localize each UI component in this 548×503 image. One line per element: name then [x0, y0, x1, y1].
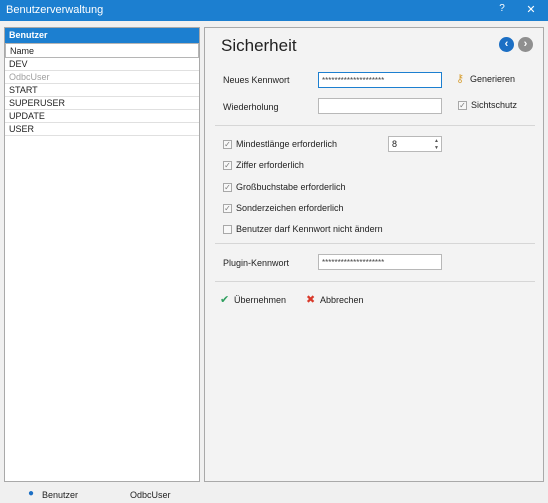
no-change-label: Benutzer darf Kennwort nicht ändern: [236, 224, 383, 234]
new-password-label: Neues Kennwort: [223, 75, 290, 85]
special-char-checkbox[interactable]: ✓: [223, 204, 232, 213]
min-length-label: Mindestlänge erforderlich: [236, 139, 338, 149]
repeat-password-field[interactable]: [318, 98, 442, 114]
divider: [215, 243, 535, 244]
status-bar: ● Benutzer OdbcUser: [0, 486, 548, 503]
title-bar: Benutzerverwaltung ? ✕: [0, 0, 548, 21]
no-change-checkbox[interactable]: [223, 225, 232, 234]
digit-checkbox[interactable]: ✓: [223, 161, 232, 170]
generate-button-label: Generieren: [470, 74, 516, 84]
privacy-checkbox-row[interactable]: ✓ Sichtschutz: [458, 100, 538, 113]
apply-button-label: Übernehmen: [234, 295, 287, 305]
user-list-item-update[interactable]: UPDATE: [5, 110, 199, 123]
user-list-item-odbcuser[interactable]: OdbcUser: [5, 71, 199, 84]
arrow-left-circle-icon[interactable]: ‹: [499, 37, 514, 52]
arrow-right-circle-icon[interactable]: ›: [518, 37, 533, 52]
cross-icon: ✖: [306, 294, 316, 306]
close-button[interactable]: ✕: [525, 3, 537, 16]
uppercase-checkbox[interactable]: ✓: [223, 183, 232, 192]
key-icon: ⚷: [456, 73, 465, 85]
divider: [215, 125, 535, 126]
stepper-up-icon[interactable]: ▲: [434, 138, 439, 144]
cancel-button[interactable]: ✖ Abbrechen: [306, 294, 372, 308]
page-title: Sicherheit: [221, 36, 297, 55]
digit-label: Ziffer erforderlich: [236, 160, 304, 170]
divider: [215, 281, 535, 282]
user-list-panel: Benutzer Name DEV OdbcUser START SUPERUS…: [4, 27, 200, 482]
help-button[interactable]: ?: [497, 3, 507, 14]
stepper-down-icon[interactable]: ▼: [434, 145, 439, 151]
status-user-label: Benutzer: [42, 490, 79, 500]
min-length-stepper[interactable]: 8 ▲ ▼: [388, 136, 442, 152]
privacy-checkbox[interactable]: ✓: [458, 101, 467, 110]
no-change-checkbox-row[interactable]: Benutzer darf Kennwort nicht ändern: [223, 224, 403, 237]
apply-button[interactable]: ✔ Übernehmen: [220, 294, 290, 308]
checkmark-icon: ✔: [220, 294, 230, 306]
user-icon: ●: [28, 488, 35, 499]
user-list-item-dev[interactable]: DEV: [5, 58, 199, 71]
repeat-password-label: Wiederholung: [223, 102, 279, 112]
uppercase-checkbox-row[interactable]: ✓ Großbuchstabe erforderlich: [223, 182, 383, 195]
plugin-password-field[interactable]: ********************: [318, 254, 442, 270]
digit-checkbox-row[interactable]: ✓ Ziffer erforderlich: [223, 160, 383, 173]
user-list-item-user[interactable]: USER: [5, 123, 199, 136]
special-char-checkbox-row[interactable]: ✓ Sonderzeichen erforderlich: [223, 203, 383, 216]
user-list-header: Benutzer: [5, 28, 199, 43]
generate-button[interactable]: ⚷ Generieren: [456, 73, 536, 87]
window-title: Benutzerverwaltung: [6, 4, 104, 16]
status-user-value: OdbcUser: [130, 490, 171, 500]
user-list: Name DEV OdbcUser START SUPERUSER UPDATE…: [5, 43, 199, 136]
special-char-label: Sonderzeichen erforderlich: [236, 203, 344, 213]
min-length-checkbox[interactable]: ✓: [223, 140, 232, 149]
min-length-checkbox-row[interactable]: ✓ Mindestlänge erforderlich: [223, 139, 383, 152]
security-panel: Sicherheit ‹ › Neues Kennwort **********…: [204, 27, 544, 482]
user-list-filter-name[interactable]: Name: [5, 43, 199, 58]
plugin-password-label: Plugin-Kennwort: [223, 258, 290, 268]
user-list-item-superuser[interactable]: SUPERUSER: [5, 97, 199, 110]
min-length-value: 8: [392, 139, 398, 149]
uppercase-label: Großbuchstabe erforderlich: [236, 182, 346, 192]
new-password-field[interactable]: ********************: [318, 72, 442, 88]
user-list-item-start[interactable]: START: [5, 84, 199, 97]
privacy-checkbox-label: Sichtschutz: [471, 100, 518, 110]
cancel-button-label: Abbrechen: [320, 295, 364, 305]
